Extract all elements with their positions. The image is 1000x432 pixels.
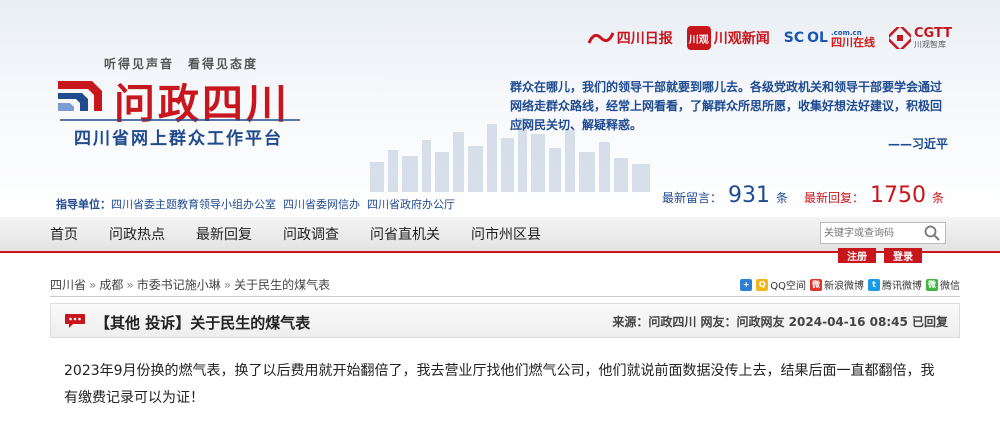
post-header: 【其他 投诉】关于民生的煤气表 来源：问政四川 网友：问政网友 2024-04-… <box>50 303 960 338</box>
nav-items: 首页 问政热点 最新回复 问政调查 问省直机关 问市州区县 <box>50 217 572 251</box>
qzone-icon: Q <box>756 278 769 291</box>
breadcrumb: 四川省» 成都» 市委书记施小琳» 关于民生的煤气表 <box>50 276 330 293</box>
latest-messages-label: 最新留言： <box>661 191 722 205</box>
wenzheng-logo-icon[interactable] <box>56 77 104 115</box>
latest-messages-count: 931 <box>727 183 770 208</box>
breadcrumb-item[interactable]: 成都 <box>99 278 123 292</box>
site-logo-subtitle: 四川省网上群众工作平台 <box>74 129 283 149</box>
site-logo-title[interactable]: 问政四川 <box>114 70 290 130</box>
partner-label: SC <box>783 30 805 46</box>
share-label: 微信 <box>940 281 960 292</box>
guidance-label: 指导单位： <box>56 198 111 211</box>
share-more[interactable]: + <box>740 278 753 291</box>
search-button[interactable] <box>921 223 943 243</box>
partner-sichuan-daily[interactable]: 四川日报 <box>587 28 673 48</box>
login-button[interactable]: 登录 <box>884 248 922 263</box>
search-input[interactable] <box>821 223 921 243</box>
post-title: 【其他 投诉】关于民生的煤气表 <box>95 314 311 332</box>
breadcrumb-separator: » <box>223 278 232 292</box>
post-meta: 来源：问政四川 网友：问政网友 2024-04-16 08:45 已回复 <box>612 315 948 329</box>
post-body: 2023年9月份换的燃气表，换了以后费用就开始翻倍了，我去营业厅找他们燃气公司，… <box>64 363 935 406</box>
share-bar: + Q QQ空间 微 新浪微博 t 腾讯微博 微 微信 <box>740 277 960 292</box>
breadcrumb-separator: » <box>89 278 97 292</box>
partner-scol[interactable]: SC OL .com.cn 四川在线 <box>784 28 875 48</box>
partner-cgtt[interactable]: CGTT 川观智库 <box>888 25 952 49</box>
partner-label: 四川日报 <box>616 31 673 47</box>
site-header: 四川日报 川观 川观新闻 SC OL .com.cn 四川在线 CGTT 川观智库 <box>0 0 1000 217</box>
nav-item-latest-replies[interactable]: 最新回复 <box>196 224 252 244</box>
logo-divider <box>60 119 300 121</box>
nav-item-home[interactable]: 首页 <box>50 224 78 244</box>
nav-item-hot-topics[interactable]: 问政热点 <box>109 224 165 244</box>
share-sina-weibo[interactable]: 微 新浪微博 <box>810 277 864 292</box>
wechat-icon: 微 <box>926 278 938 291</box>
share-plus-icon: + <box>740 278 753 291</box>
speech-bubble-icon <box>65 314 85 328</box>
share-qzone[interactable]: Q QQ空间 <box>756 277 806 292</box>
partner-red-label: 四川在线 <box>830 36 875 49</box>
latest-replies-unit: 条 <box>931 191 944 205</box>
guidance-unit[interactable]: 四川省委网信办 <box>283 198 360 211</box>
latest-messages-unit: 条 <box>775 191 788 205</box>
latest-replies-count: 1750 <box>869 183 926 208</box>
partner-chuanguan-news[interactable]: 川观 川观新闻 <box>686 26 770 50</box>
guidance-unit[interactable]: 四川省委主题教育领导小组办公室 <box>111 198 276 211</box>
sina-weibo-icon: 微 <box>810 278 822 291</box>
partner-label: 川观新闻 <box>713 31 770 47</box>
nav-item-provincial-departments[interactable]: 问省直机关 <box>370 224 440 244</box>
guidance-units: 指导单位：四川省委主题教育领导小组办公室 四川省委网信办 四川省政府办公厅 <box>56 196 455 212</box>
partner-logos: 四川日报 川观 川观新闻 SC OL .com.cn 四川在线 CGTT 川观智库 <box>587 24 952 52</box>
partner-label-highlight: OL <box>807 30 828 46</box>
nav-item-cities-counties[interactable]: 问市州区县 <box>471 224 541 244</box>
partner-label: CGTT <box>913 25 952 41</box>
search-box <box>820 222 946 244</box>
sichuan-daily-logo-icon <box>587 32 614 44</box>
header-quote: 群众在哪儿，我们的领导干部就要到哪儿去。各级党政机关和领导干部要学会通过网络走群… <box>510 80 943 132</box>
chuanguan-badge-icon: 川观 <box>686 26 711 50</box>
breadcrumb-current: 关于民生的煤气表 <box>234 278 331 292</box>
breadcrumb-separator: » <box>126 278 134 292</box>
breadcrumb-item[interactable]: 四川省 <box>50 278 86 292</box>
share-label: 腾讯微博 <box>882 281 922 292</box>
nav-item-surveys[interactable]: 问政调查 <box>283 224 339 244</box>
register-button[interactable]: 注册 <box>838 248 876 263</box>
message-stats: 最新留言： 931 条 最新回复： 1750 条 <box>662 183 944 208</box>
share-label: 新浪微博 <box>824 281 864 292</box>
partner-sub-label: 川观智库 <box>913 39 946 49</box>
search-icon <box>924 225 940 241</box>
latest-replies-label: 最新回复： <box>803 191 864 205</box>
breadcrumb-item[interactable]: 市委书记施小琳 <box>137 278 221 292</box>
share-label: QQ空间 <box>770 281 806 292</box>
tencent-weibo-icon: t <box>868 278 880 291</box>
breadcrumb-divider <box>50 296 960 297</box>
share-tencent-weibo[interactable]: t 腾讯微博 <box>868 277 922 292</box>
share-wechat[interactable]: 微 微信 <box>926 277 960 292</box>
guidance-unit[interactable]: 四川省政府办公厅 <box>367 198 455 211</box>
quote-author: ——习近平 <box>887 137 948 151</box>
cgtt-logo-icon <box>888 27 911 49</box>
